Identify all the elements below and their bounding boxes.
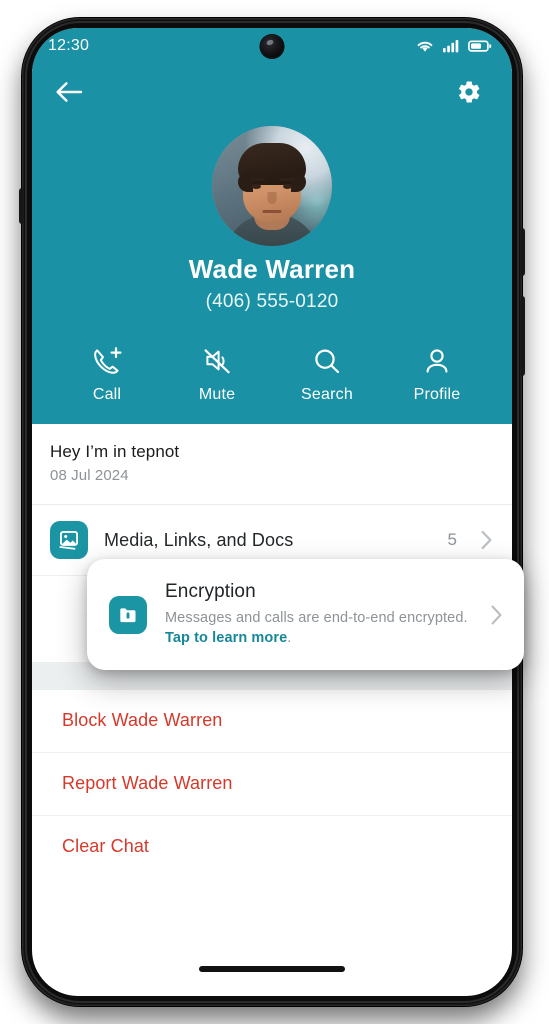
back-button[interactable] bbox=[48, 71, 90, 113]
status-bar-icons bbox=[416, 39, 492, 53]
search-action-label: Search bbox=[301, 386, 353, 403]
chevron-right-icon bbox=[491, 605, 502, 625]
profile-header: Wade Warren (406) 555-0120 bbox=[32, 120, 512, 329]
profile-name: Wade Warren bbox=[188, 254, 356, 284]
media-image-icon-glyph bbox=[59, 531, 78, 550]
encryption-learn-more-link[interactable]: Tap to learn more bbox=[165, 630, 287, 646]
status-bar: 12:30 bbox=[32, 28, 512, 64]
battery-icon bbox=[468, 40, 492, 52]
gear-icon bbox=[459, 81, 480, 103]
encryption-description-text: Messages and calls are end-to-end encryp… bbox=[165, 610, 468, 626]
avatar-eyebrow-left bbox=[250, 178, 265, 181]
encryption-description: Messages and calls are end-to-end encryp… bbox=[165, 609, 471, 648]
wifi-icon bbox=[417, 41, 433, 52]
media-links-docs-label: Media, Links, and Docs bbox=[104, 529, 294, 550]
encryption-card-texts: Encryption Messages and calls are end-to… bbox=[165, 581, 471, 648]
avatar[interactable] bbox=[212, 126, 332, 246]
encryption-title: Encryption bbox=[165, 581, 256, 602]
about-status-text: Hey I’m in tepnot bbox=[50, 442, 180, 461]
status-bar-time: 12:30 bbox=[48, 37, 90, 54]
screenshot-stage: 12:30 Wade Warren (406) 555-0120 Call Mu… bbox=[0, 0, 549, 1024]
about-status-date: 08 Jul 2024 bbox=[50, 467, 129, 484]
lock-shield-icon-glyph bbox=[120, 607, 136, 622]
lock-shield-icon bbox=[109, 595, 147, 634]
encryption-description-period: . bbox=[287, 629, 292, 646]
danger-actions-list: Block Wade Warren Report Wade Warren Cle… bbox=[32, 690, 512, 878]
mute-action-label: Mute bbox=[198, 386, 236, 403]
phone-screen: 12:30 Wade Warren (406) 555-0120 Call Mu… bbox=[32, 28, 512, 996]
mute-action-button[interactable]: Mute bbox=[180, 345, 254, 404]
settings-button[interactable] bbox=[448, 71, 490, 113]
clear-chat-button[interactable]: Clear Chat bbox=[32, 816, 512, 878]
phone-side-button-lower bbox=[521, 296, 525, 376]
speaker-mute-icon bbox=[204, 349, 230, 374]
encryption-card[interactable]: Encryption Messages and calls are end-to… bbox=[87, 559, 524, 671]
search-icon bbox=[315, 349, 340, 374]
media-count-badge: 5 bbox=[447, 530, 457, 549]
call-action-button[interactable]: Call bbox=[70, 345, 144, 404]
block-contact-button[interactable]: Block Wade Warren bbox=[32, 690, 512, 753]
cellular-signal-icon bbox=[443, 40, 459, 53]
avatar-eye-right bbox=[283, 184, 292, 189]
quick-actions-row: Call Mute Search Profile bbox=[32, 329, 512, 424]
avatar-eye-left bbox=[252, 184, 261, 189]
avatar-nose bbox=[267, 192, 277, 204]
phone-add-icon bbox=[94, 347, 122, 374]
call-action-label: Call bbox=[92, 386, 122, 403]
media-image-icon bbox=[50, 521, 88, 559]
search-action-button[interactable]: Search bbox=[290, 345, 364, 404]
profile-action-label: Profile bbox=[413, 386, 461, 403]
phone-volume-button bbox=[19, 188, 23, 224]
avatar-hair bbox=[238, 143, 306, 192]
front-camera-punch-hole bbox=[260, 35, 284, 58]
avatar-mouth bbox=[262, 210, 282, 213]
home-indicator bbox=[199, 966, 345, 972]
person-icon bbox=[426, 349, 448, 373]
phone-side-button-upper bbox=[521, 228, 525, 276]
back-arrow-icon bbox=[56, 82, 83, 102]
profile-action-button[interactable]: Profile bbox=[400, 345, 474, 404]
about-section[interactable]: Hey I’m in tepnot 08 Jul 2024 bbox=[32, 424, 512, 505]
report-contact-button[interactable]: Report Wade Warren bbox=[32, 753, 512, 816]
avatar-eyebrow-right bbox=[279, 178, 294, 181]
chevron-right-icon bbox=[481, 530, 492, 550]
profile-phone-number: (406) 555-0120 bbox=[205, 291, 339, 312]
app-bar bbox=[32, 64, 512, 120]
